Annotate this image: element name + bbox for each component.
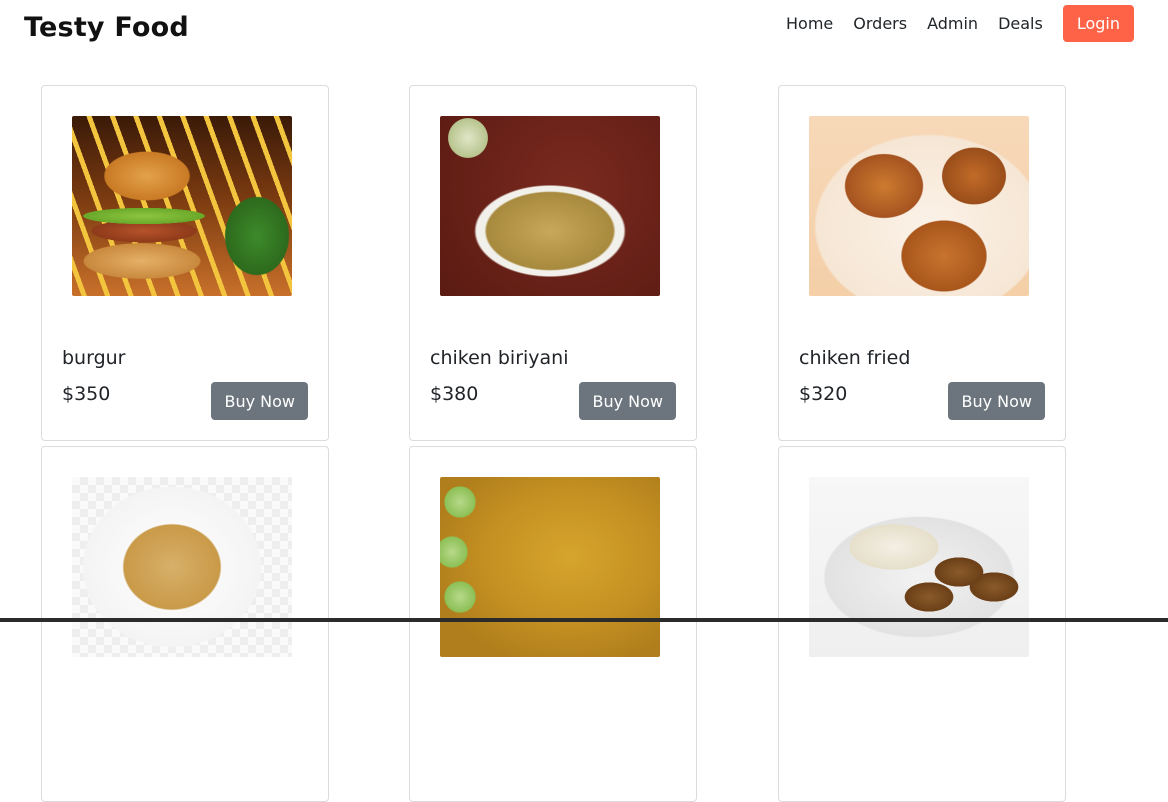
product-image-fried-chicken	[809, 116, 1029, 296]
horizontal-scrollbar[interactable]	[0, 618, 1168, 622]
product-card: chiken biriyani $380 Buy Now	[409, 85, 697, 441]
product-price: $380	[430, 383, 479, 405]
brand-logo[interactable]: Testy Food	[24, 12, 189, 43]
product-image-burger	[72, 116, 292, 296]
buy-now-button[interactable]: Buy Now	[211, 382, 308, 420]
buy-now-button[interactable]: Buy Now	[948, 382, 1045, 420]
nav-link-deals[interactable]: Deals	[998, 14, 1043, 33]
product-image-biriyani	[440, 116, 660, 296]
product-price: $350	[62, 383, 111, 405]
product-card	[778, 446, 1066, 802]
product-image-fried-rice	[72, 477, 292, 657]
product-image-kebab	[809, 477, 1029, 657]
nav-links: Home Orders Admin Deals Login	[786, 5, 1134, 42]
product-card	[409, 446, 697, 802]
nav-link-admin[interactable]: Admin	[927, 14, 978, 33]
navbar: Testy Food Home Orders Admin Deals Login	[0, 0, 1168, 60]
nav-link-orders[interactable]: Orders	[853, 14, 907, 33]
product-card: chiken fried $320 Buy Now	[778, 85, 1066, 441]
product-price: $320	[799, 383, 848, 405]
buy-now-button[interactable]: Buy Now	[579, 382, 676, 420]
login-button[interactable]: Login	[1062, 5, 1134, 42]
product-name: burgur	[62, 347, 126, 369]
product-card: burgur $350 Buy Now	[41, 85, 329, 441]
product-card	[41, 446, 329, 802]
nav-link-home[interactable]: Home	[786, 14, 833, 33]
product-name: chiken biriyani	[430, 347, 569, 369]
product-name: chiken fried	[799, 347, 911, 369]
product-image-pulao	[440, 477, 660, 657]
